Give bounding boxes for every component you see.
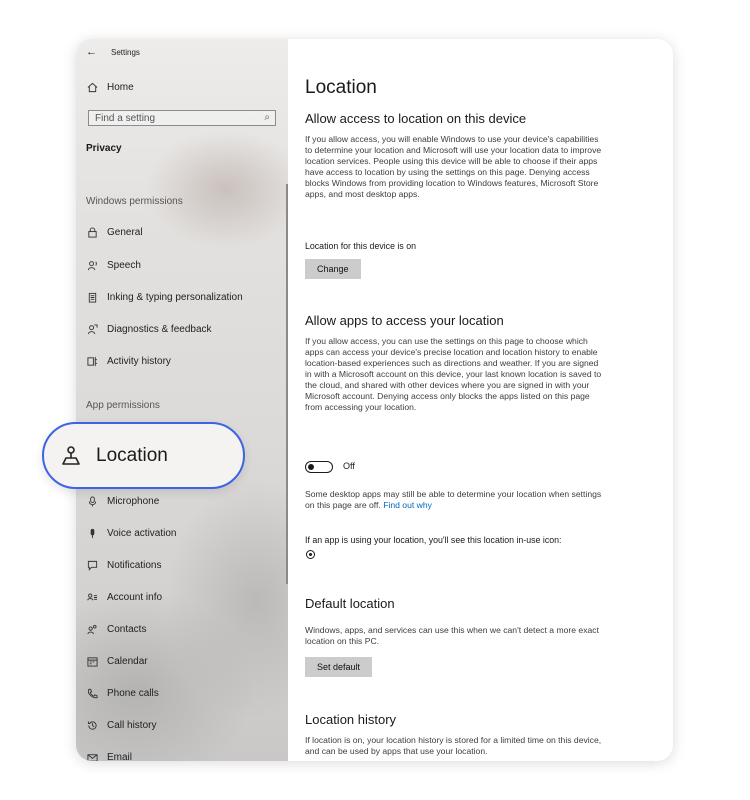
sidebar-item-label: Speech bbox=[107, 259, 141, 271]
sidebar-item-label: Contacts bbox=[107, 623, 147, 635]
back-arrow-icon[interactable]: ← bbox=[86, 46, 97, 58]
window-title: Settings bbox=[111, 47, 140, 57]
location-inuse-icon bbox=[306, 550, 315, 559]
device-access-heading: Allow access to location on this device bbox=[305, 111, 527, 126]
sidebar-item-label: Activity history bbox=[107, 355, 171, 367]
lock-icon bbox=[86, 226, 98, 238]
search-placeholder: Find a setting bbox=[95, 112, 156, 124]
inuse-icon-note: If an app is using your location, you'll… bbox=[305, 535, 562, 545]
main-content: Location Allow access to location on thi… bbox=[305, 39, 673, 761]
sidebar-item-label: Call history bbox=[107, 719, 157, 731]
apps-access-description: If you allow access, you can use the set… bbox=[305, 336, 602, 412]
default-location-heading: Default location bbox=[305, 596, 395, 611]
location-icon bbox=[60, 445, 82, 467]
sidebar-item-call-history[interactable]: Call history bbox=[86, 715, 156, 735]
default-location-description: Windows, apps, and services can use this… bbox=[305, 625, 599, 646]
sidebar-item-label: Calendar bbox=[107, 655, 148, 667]
sidebar-scrollbar[interactable] bbox=[286, 184, 288, 584]
email-icon bbox=[86, 751, 98, 761]
toggle-state-label: Off bbox=[343, 461, 355, 471]
sidebar-item-label: Notifications bbox=[107, 559, 162, 571]
category-title: Privacy bbox=[86, 143, 122, 154]
sidebar-item-general[interactable]: General bbox=[86, 222, 143, 242]
desktop-apps-note: Some desktop apps may still be able to d… bbox=[305, 489, 605, 511]
sidebar-item-inking[interactable]: Inking & typing personalization bbox=[86, 287, 243, 307]
sidebar-item-label: Email bbox=[107, 751, 133, 762]
speech-icon bbox=[86, 259, 98, 271]
sidebar-item-label: Phone calls bbox=[107, 687, 159, 699]
app-permissions-heading: App permissions bbox=[86, 400, 160, 411]
sidebar-item-diagnostics[interactable]: Diagnostics & feedback bbox=[86, 319, 212, 339]
account-icon bbox=[86, 591, 98, 603]
location-history-description: If location is on, your location history… bbox=[305, 735, 602, 756]
calendar-icon bbox=[86, 655, 98, 667]
page-title: Location bbox=[305, 77, 377, 98]
sidebar-item-account-info[interactable]: Account info bbox=[86, 587, 162, 607]
sidebar-item-microphone[interactable]: Microphone bbox=[86, 491, 159, 511]
history-icon bbox=[86, 719, 98, 731]
search-input[interactable]: Find a setting ⌕ bbox=[88, 110, 276, 126]
sidebar-item-activity[interactable]: Activity history bbox=[86, 351, 171, 371]
sidebar-item-label: General bbox=[107, 226, 143, 238]
voice-icon bbox=[86, 527, 98, 539]
sidebar-item-voice-activation[interactable]: Voice activation bbox=[86, 523, 177, 543]
sidebar-item-label: Inking & typing personalization bbox=[107, 291, 243, 303]
sidebar-item-label: Voice activation bbox=[107, 527, 177, 539]
clipboard-icon bbox=[86, 291, 98, 303]
search-icon: ⌕ bbox=[264, 112, 270, 123]
set-default-button[interactable]: Set default bbox=[305, 657, 373, 677]
find-out-why-link[interactable]: Find out why bbox=[383, 500, 432, 510]
timeline-icon bbox=[86, 355, 98, 367]
sidebar-item-contacts[interactable]: Contacts bbox=[86, 619, 146, 639]
sidebar-item-label: Account info bbox=[107, 591, 163, 603]
sidebar-item-label: Location bbox=[96, 444, 168, 466]
sidebar-item-label: Diagnostics & feedback bbox=[107, 323, 212, 335]
contacts-icon bbox=[86, 623, 98, 635]
windows-permissions-heading: Windows permissions bbox=[86, 196, 183, 207]
device-location-status: Location for this device is on bbox=[305, 241, 417, 251]
sidebar-item-email[interactable]: Email bbox=[86, 747, 132, 761]
device-access-description: If you allow access, you will enable Win… bbox=[305, 134, 602, 199]
sidebar-item-label: Microphone bbox=[107, 495, 160, 507]
toggle-knob bbox=[308, 463, 314, 470]
settings-window: ← Settings Home Find a setting ⌕ Privacy… bbox=[76, 39, 673, 761]
sidebar-item-notifications[interactable]: Notifications bbox=[86, 555, 161, 575]
phone-icon bbox=[86, 687, 98, 699]
sidebar-item-label: Home bbox=[107, 81, 134, 93]
sidebar-item-calendar[interactable]: Calendar bbox=[86, 651, 148, 671]
microphone-icon bbox=[86, 495, 98, 507]
apps-access-heading: Allow apps to access your location bbox=[305, 313, 504, 328]
sidebar-item-home[interactable]: Home bbox=[86, 77, 134, 97]
sidebar-item-phone-calls[interactable]: Phone calls bbox=[86, 683, 159, 703]
sidebar-item-speech[interactable]: Speech bbox=[86, 255, 141, 275]
feedback-icon bbox=[86, 323, 98, 335]
desktop-apps-note-text: Some desktop apps may still be able to d… bbox=[305, 489, 602, 510]
notifications-icon bbox=[86, 559, 98, 571]
location-history-heading: Location history bbox=[305, 712, 397, 727]
change-button[interactable]: Change bbox=[305, 259, 361, 279]
apps-location-toggle[interactable] bbox=[305, 461, 333, 473]
title-bar: ← Settings bbox=[86, 44, 140, 60]
sidebar-item-location[interactable]: Location bbox=[42, 422, 245, 489]
home-icon bbox=[86, 81, 98, 93]
sidebar: ← Settings Home Find a setting ⌕ Privacy… bbox=[76, 39, 288, 761]
